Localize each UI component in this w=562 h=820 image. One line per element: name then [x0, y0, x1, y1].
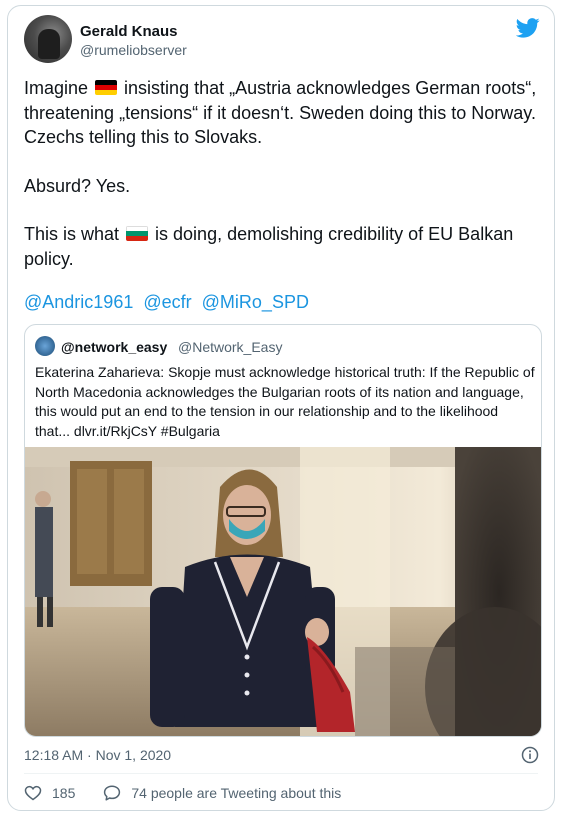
quoted-author-handle[interactable]: @Network_Easy [178, 339, 282, 355]
germany-flag-icon [95, 80, 118, 95]
quoted-text: Ekaterina Zaharieva: Skopje must acknowl… [35, 364, 535, 439]
like-count: 185 [52, 785, 76, 801]
mention-link[interactable]: @ecfr [143, 292, 191, 312]
twitter-bird-icon[interactable] [516, 18, 540, 38]
tweet-text-part: Imagine [24, 78, 94, 98]
tweet-text-line: Absurd? Yes. [24, 175, 131, 196]
heart-icon [24, 785, 42, 801]
author-avatar[interactable] [24, 15, 72, 63]
bulgaria-flag-icon [126, 226, 149, 241]
divider [24, 773, 538, 774]
quoted-tweet[interactable]: @network_easy @Network_Easy Ekaterina Za… [24, 324, 542, 737]
conversation-link[interactable]: 74 people are Tweeting about this [103, 784, 341, 802]
mention-link[interactable]: @MiRo_SPD [202, 292, 309, 312]
tweet-text-part: This is what [24, 224, 125, 244]
tweet-actions: 185 74 people are Tweeting about this [24, 784, 341, 802]
quoted-photo[interactable] [25, 447, 542, 737]
like-button[interactable]: 185 [24, 784, 75, 802]
speech-bubble-icon [104, 785, 121, 801]
tweet-timestamp[interactable]: 12:18 AM · Nov 1, 2020 [24, 747, 171, 763]
tweet-text: Imagine insisting that „Austria acknowle… [24, 76, 544, 271]
mentions: @Andric1961 @ecfr @MiRo_SPD [24, 292, 314, 313]
quoted-author-name[interactable]: @network_easy [61, 339, 167, 355]
info-icon[interactable] [521, 746, 539, 764]
quoted-avatar[interactable] [35, 336, 55, 356]
mention-link[interactable]: @Andric1961 [24, 292, 133, 312]
conversation-text: 74 people are Tweeting about this [131, 785, 342, 801]
tweet-card: Gerald Knaus @rumeliobserver Imagine ins… [7, 5, 555, 811]
author-handle[interactable]: @rumeliobserver [80, 42, 187, 58]
author-name[interactable]: Gerald Knaus [80, 23, 178, 40]
